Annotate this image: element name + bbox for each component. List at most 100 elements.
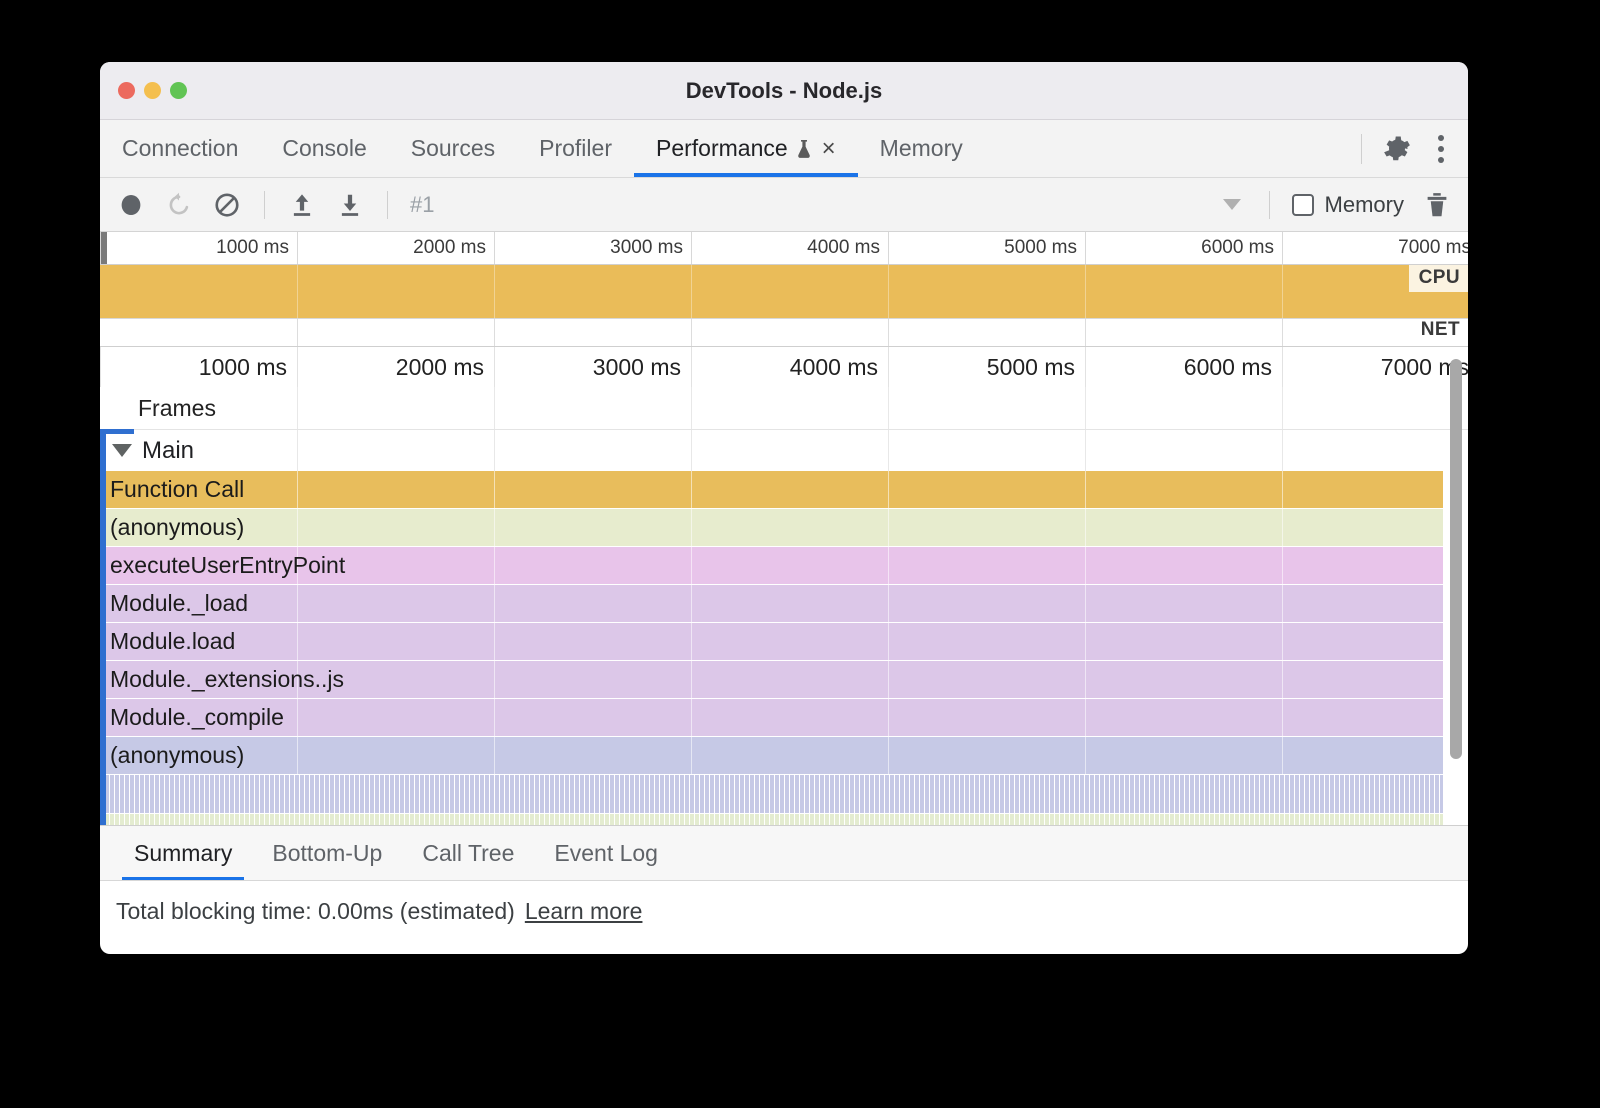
gridline bbox=[1085, 509, 1086, 546]
chevron-down-icon[interactable] bbox=[112, 444, 132, 457]
net-overview-band[interactable]: NET bbox=[100, 319, 1468, 347]
reload-icon[interactable] bbox=[164, 190, 194, 220]
tab-console[interactable]: Console bbox=[260, 120, 388, 177]
flame-row[interactable]: Module._load bbox=[100, 585, 1468, 622]
tab-performance[interactable]: Performance × bbox=[634, 120, 858, 177]
trash-icon[interactable] bbox=[1422, 190, 1452, 220]
cpu-band-label: CPU bbox=[1409, 265, 1468, 292]
flame-rows[interactable]: Function Call(anonymous)executeUserEntry… bbox=[100, 471, 1468, 825]
drawer-tab-bottom-up[interactable]: Bottom-Up bbox=[252, 826, 402, 880]
flame-bar[interactable] bbox=[100, 585, 1443, 622]
flask-icon bbox=[796, 139, 812, 159]
flame-row[interactable]: Module._extensions..js bbox=[100, 661, 1468, 698]
flame-row[interactable]: executeUserEntryPoint bbox=[100, 547, 1468, 584]
drawer-tab-call-tree[interactable]: Call Tree bbox=[402, 826, 534, 880]
gridline bbox=[888, 471, 889, 508]
gridline bbox=[1085, 387, 1086, 429]
gridline bbox=[297, 265, 298, 318]
gridline bbox=[691, 699, 692, 736]
tab-label: Performance bbox=[656, 135, 788, 162]
overview-ruler[interactable]: 1000 ms2000 ms3000 ms4000 ms5000 ms6000 … bbox=[100, 232, 1468, 265]
gridline bbox=[888, 265, 889, 318]
gridline bbox=[297, 585, 298, 622]
memory-checkbox[interactable] bbox=[1292, 194, 1314, 216]
gridline bbox=[691, 387, 692, 429]
clear-icon[interactable] bbox=[212, 190, 242, 220]
memory-label: Memory bbox=[1325, 192, 1404, 218]
flame-row[interactable]: Module.load bbox=[100, 623, 1468, 660]
session-dropdown[interactable]: #1 bbox=[410, 192, 1247, 218]
flamechart-ruler[interactable]: 1000 ms2000 ms3000 ms4000 ms5000 ms6000 … bbox=[100, 347, 1468, 387]
flame-stripe-row[interactable] bbox=[100, 814, 1443, 825]
gridline bbox=[888, 387, 889, 429]
flame-bar[interactable] bbox=[100, 509, 1443, 546]
track-main-header[interactable]: Main bbox=[100, 429, 1468, 471]
tab-sources[interactable]: Sources bbox=[389, 120, 517, 177]
record-icon[interactable] bbox=[116, 190, 146, 220]
gridline bbox=[691, 623, 692, 660]
flame-row-label: executeUserEntryPoint bbox=[110, 552, 345, 579]
close-tab-icon[interactable]: × bbox=[820, 137, 836, 161]
memory-checkbox-group[interactable]: Memory bbox=[1292, 192, 1404, 218]
flame-row[interactable]: (anonymous) bbox=[100, 737, 1468, 774]
cpu-overview-band[interactable]: CPU bbox=[100, 265, 1468, 319]
overview-tick: 3000 ms bbox=[494, 232, 691, 264]
gridline bbox=[1085, 737, 1086, 774]
gridline bbox=[888, 699, 889, 736]
flamechart-tick: 3000 ms bbox=[494, 347, 691, 387]
tab-profiler[interactable]: Profiler bbox=[517, 120, 634, 177]
gridline bbox=[494, 585, 495, 622]
gridline bbox=[1282, 623, 1283, 660]
gridline bbox=[1085, 623, 1086, 660]
gridline bbox=[297, 471, 298, 508]
flame-chart-pane[interactable]: 1000 ms2000 ms3000 ms4000 ms5000 ms6000 … bbox=[100, 347, 1468, 825]
gridline bbox=[297, 430, 298, 471]
gridline bbox=[494, 737, 495, 774]
flame-row[interactable]: (anonymous) bbox=[100, 509, 1468, 546]
summary-statusbar: Total blocking time: 0.00ms (estimated) … bbox=[100, 881, 1468, 941]
track-selection-accent-cap bbox=[100, 429, 134, 434]
divider bbox=[1269, 191, 1270, 219]
flame-stripe-row[interactable] bbox=[100, 775, 1443, 813]
drawer-tab-label: Call Tree bbox=[422, 840, 514, 867]
tab-label: Profiler bbox=[539, 135, 612, 162]
flamechart-scrollbar[interactable] bbox=[1450, 359, 1462, 759]
gridline bbox=[297, 623, 298, 660]
timeline-overview[interactable]: 1000 ms2000 ms3000 ms4000 ms5000 ms6000 … bbox=[100, 232, 1468, 347]
drawer-tabstrip: Summary Bottom-Up Call Tree Event Log bbox=[100, 825, 1468, 881]
download-icon[interactable] bbox=[335, 190, 365, 220]
kebab-menu-icon[interactable] bbox=[1432, 135, 1450, 163]
flame-bar[interactable] bbox=[100, 699, 1443, 736]
gridline bbox=[888, 547, 889, 584]
flame-row[interactable]: Module._compile bbox=[100, 699, 1468, 736]
drawer-tab-label: Summary bbox=[134, 840, 232, 867]
flame-bar[interactable] bbox=[100, 471, 1443, 508]
tab-label: Memory bbox=[880, 135, 963, 162]
flame-bar[interactable] bbox=[100, 737, 1443, 774]
performance-toolbar: #1 Memory bbox=[100, 178, 1468, 232]
gridline bbox=[888, 661, 889, 698]
learn-more-link[interactable]: Learn more bbox=[525, 898, 643, 925]
flame-bar[interactable] bbox=[100, 623, 1443, 660]
gridline bbox=[297, 319, 298, 346]
drawer-tab-summary[interactable]: Summary bbox=[114, 826, 252, 880]
gridline bbox=[494, 387, 495, 429]
gear-icon[interactable] bbox=[1382, 134, 1412, 164]
gridline bbox=[691, 471, 692, 508]
tab-connection[interactable]: Connection bbox=[100, 120, 260, 177]
tab-memory[interactable]: Memory bbox=[858, 120, 985, 177]
flamechart-tick: 5000 ms bbox=[888, 347, 1085, 387]
flame-row-label: (anonymous) bbox=[110, 742, 244, 769]
upload-icon[interactable] bbox=[287, 190, 317, 220]
flame-row[interactable]: Function Call bbox=[100, 471, 1468, 508]
window-title: DevTools - Node.js bbox=[100, 78, 1468, 104]
track-selection-accent bbox=[100, 429, 106, 825]
overview-tick: 5000 ms bbox=[888, 232, 1085, 264]
drawer-tab-label: Event Log bbox=[554, 840, 658, 867]
gridline bbox=[1282, 471, 1283, 508]
track-frames[interactable]: Frames bbox=[100, 387, 1468, 429]
drawer-tab-event-log[interactable]: Event Log bbox=[534, 826, 678, 880]
flame-row-label: Module._load bbox=[110, 590, 248, 617]
net-band-label: NET bbox=[1411, 317, 1468, 344]
devtools-window: DevTools - Node.js Connection Console So… bbox=[100, 62, 1468, 954]
